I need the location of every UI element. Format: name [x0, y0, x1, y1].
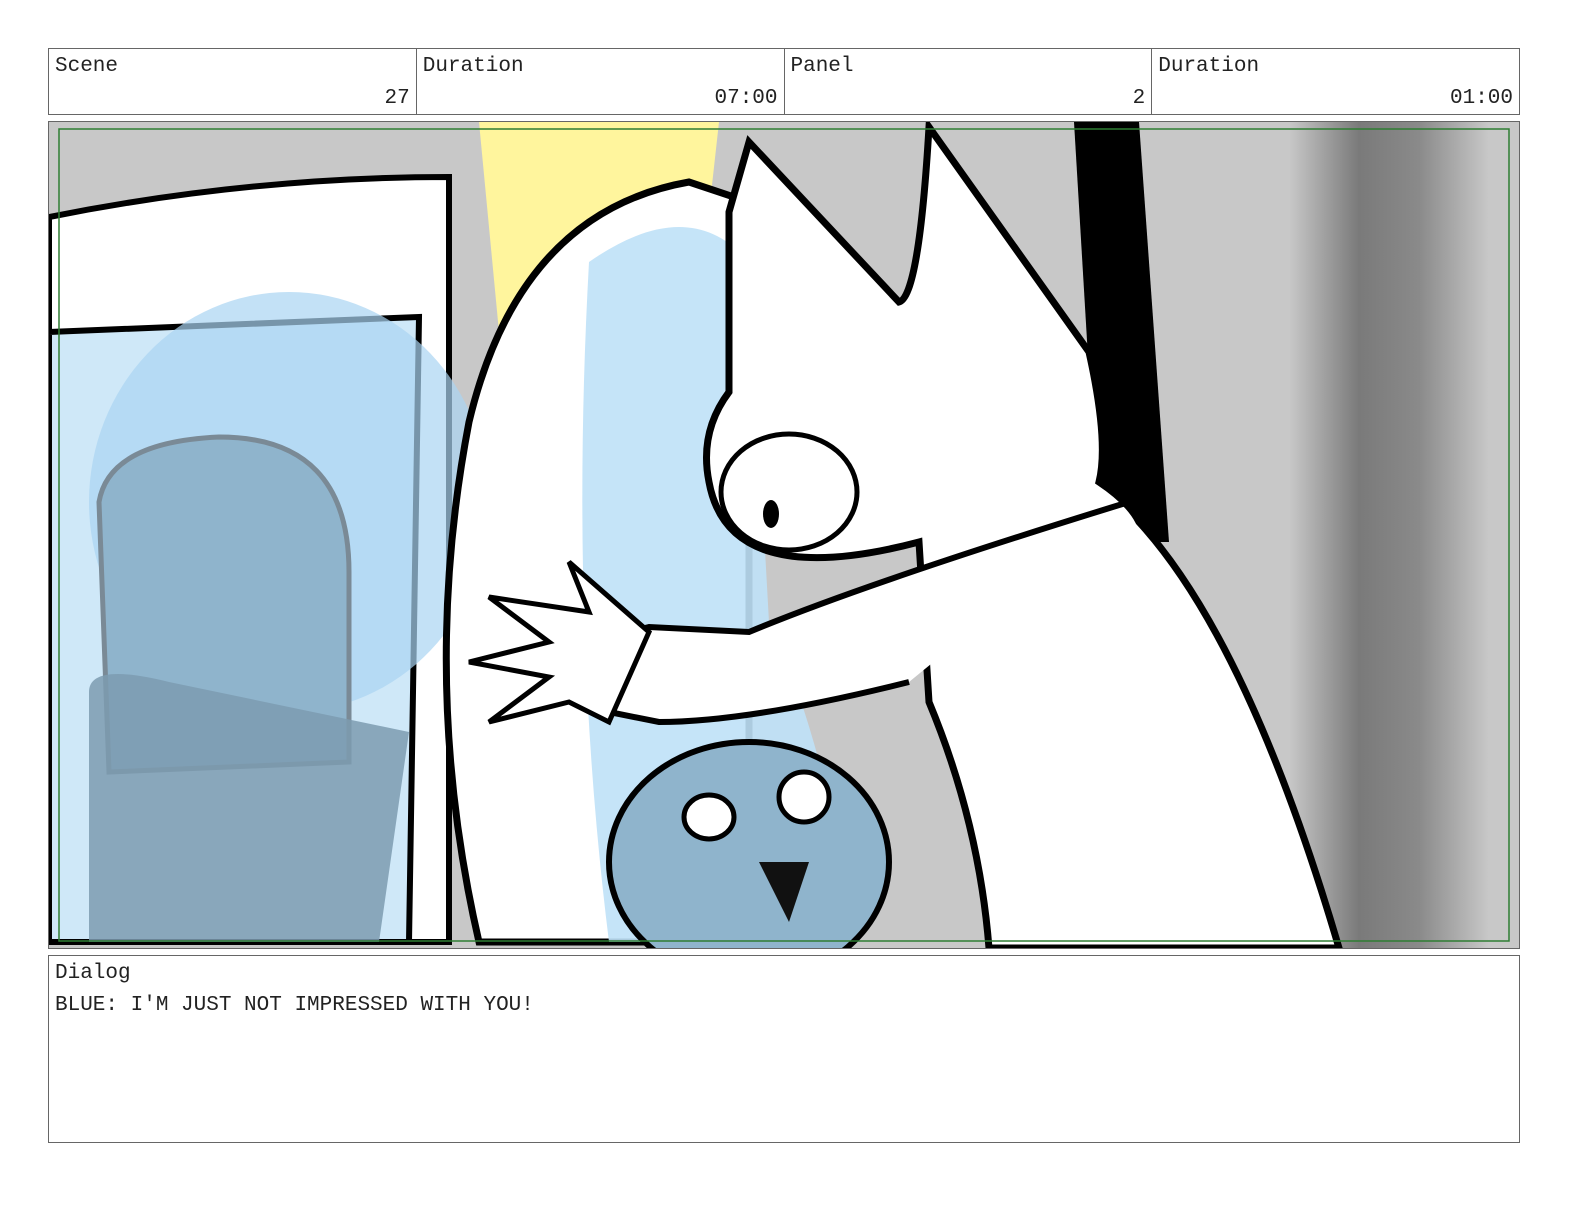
- cat-eye: [718, 431, 860, 553]
- dialog-text: BLUE: I'M JUST NOT IMPRESSED WITH YOU!: [55, 994, 534, 1017]
- scene-label: Scene: [55, 55, 119, 78]
- blue-paw-left: [681, 792, 737, 842]
- panel-duration-value: 01:00: [1449, 87, 1513, 110]
- dialog-label: Dialog: [55, 962, 131, 985]
- scene-duration-value: 07:00: [714, 87, 778, 110]
- scene-duration-cell: Duration 07:00: [417, 49, 785, 114]
- panel-label: Panel: [790, 55, 854, 78]
- panel-duration-label: Duration: [1158, 55, 1260, 78]
- scene-header: Scene 27 Duration 07:00 Panel 2 Duration…: [48, 48, 1520, 115]
- storyboard-panel-frame: [48, 121, 1520, 949]
- panel-cell: Panel 2: [785, 49, 1153, 114]
- panel-duration-cell: Duration 01:00: [1152, 49, 1519, 114]
- scene-number: 27: [384, 87, 410, 110]
- blue-paw-right: [776, 769, 832, 825]
- scene-cell: Scene 27: [49, 49, 417, 114]
- cat-pupil: [763, 500, 779, 528]
- dialog-box: Dialog BLUE: I'M JUST NOT IMPRESSED WITH…: [48, 955, 1520, 1143]
- scene-duration-label: Duration: [422, 55, 524, 78]
- curtain: [1289, 122, 1489, 948]
- panel-number: 2: [1132, 87, 1146, 110]
- storyboard-drawing: [49, 122, 1519, 948]
- blue-character-head: [606, 739, 892, 948]
